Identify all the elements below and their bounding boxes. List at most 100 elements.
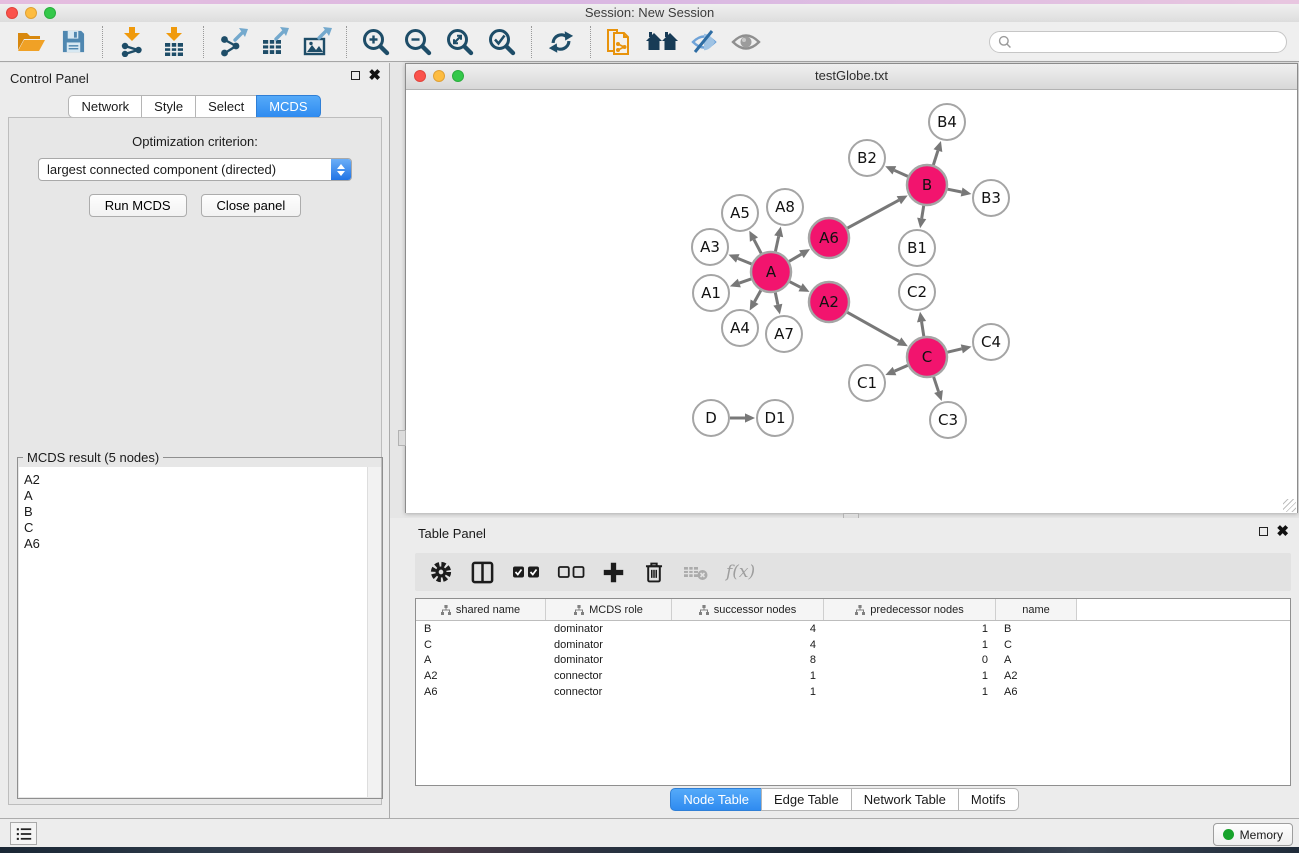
table-cell[interactable]: dominator	[546, 639, 672, 651]
run-mcds-button[interactable]: Run MCDS	[89, 194, 187, 217]
splitter-grip-vertical[interactable]	[398, 430, 406, 446]
create-column-icon[interactable]	[602, 561, 625, 584]
mcds-result-item[interactable]: A	[19, 488, 381, 504]
zoom-fit-icon[interactable]	[439, 24, 481, 60]
table-cell[interactable]: A2	[996, 670, 1077, 682]
graph-edge-B-B4[interactable]	[933, 151, 938, 165]
window-resize-grip[interactable]	[1283, 499, 1296, 512]
table-cell[interactable]: 1	[672, 670, 824, 682]
mcds-result-item[interactable]: A6	[19, 536, 381, 552]
table-cell[interactable]: 4	[672, 639, 824, 651]
graph-edge-A2-C[interactable]	[847, 312, 899, 341]
select-all-columns-icon[interactable]	[512, 565, 540, 579]
column-header-successor-nodes[interactable]: successor nodes	[672, 599, 824, 620]
tab-style[interactable]: Style	[141, 95, 196, 118]
table-cell[interactable]: 1	[824, 623, 996, 635]
table-cell[interactable]: 1	[672, 686, 824, 698]
table-cell[interactable]: 8	[672, 654, 824, 666]
table-cell[interactable]: C	[416, 639, 546, 651]
table-cell[interactable]: connector	[546, 670, 672, 682]
table-cell[interactable]: 0	[824, 654, 996, 666]
float-table-panel-icon[interactable]	[1259, 527, 1268, 536]
graph-edge-B-B3[interactable]	[948, 189, 962, 192]
tab-edge-table[interactable]: Edge Table	[761, 788, 852, 811]
delete-columns-icon[interactable]	[642, 560, 666, 585]
float-panel-icon[interactable]	[351, 71, 360, 80]
zoom-selected-icon[interactable]	[481, 24, 523, 60]
scrollbar[interactable]	[367, 467, 381, 797]
graph-edge-A6-B[interactable]	[847, 200, 898, 228]
column-header-MCDS-role[interactable]: MCDS role	[546, 599, 672, 620]
table-row[interactable]: Bdominator41B	[416, 621, 1290, 637]
graph-edge-A-A2[interactable]	[790, 282, 801, 288]
export-table-icon[interactable]	[254, 24, 296, 60]
table-cell[interactable]: A6	[416, 686, 546, 698]
graph-edge-C-C1[interactable]	[895, 365, 908, 371]
table-cell[interactable]: dominator	[546, 654, 672, 666]
mcds-result-item[interactable]: C	[19, 520, 381, 536]
export-network-icon[interactable]	[212, 24, 254, 60]
show-graphics-details-icon[interactable]	[725, 24, 767, 60]
tab-select[interactable]: Select	[195, 95, 257, 118]
table-cell[interactable]: A6	[996, 686, 1077, 698]
mcds-result-item[interactable]: B	[19, 504, 381, 520]
table-cell[interactable]: 1	[824, 686, 996, 698]
close-table-panel-icon[interactable]: ✖	[1276, 526, 1289, 537]
graph-edge-B-B2[interactable]	[894, 170, 907, 176]
graph-edge-A-A1[interactable]	[739, 279, 751, 283]
table-cell[interactable]: A2	[416, 670, 546, 682]
save-session-icon[interactable]	[52, 24, 94, 60]
memory-button[interactable]: Memory	[1213, 823, 1293, 846]
tab-motifs[interactable]: Motifs	[958, 788, 1019, 811]
table-cell[interactable]: 4	[672, 623, 824, 635]
table-cell[interactable]: connector	[546, 686, 672, 698]
table-cell[interactable]: 1	[824, 670, 996, 682]
graph-edge-A-A7[interactable]	[775, 293, 778, 305]
graph-edge-C-C2[interactable]	[922, 322, 924, 337]
graph-edge-C-C3[interactable]	[934, 377, 939, 392]
table-cell[interactable]: B	[416, 623, 546, 635]
network-window-titlebar[interactable]: testGlobe.txt	[406, 64, 1297, 90]
table-cell[interactable]: 1	[824, 639, 996, 651]
open-session-icon[interactable]	[10, 24, 52, 60]
table-cell[interactable]: C	[996, 639, 1077, 651]
graph-edge-A-A8[interactable]	[775, 236, 778, 251]
graph-edge-B-B1[interactable]	[922, 206, 924, 219]
tab-node-table[interactable]: Node Table	[670, 788, 762, 811]
table-cell[interactable]: A	[416, 654, 546, 666]
table-cell[interactable]: B	[996, 623, 1077, 635]
table-cell[interactable]: A	[996, 654, 1077, 666]
task-history-button[interactable]	[10, 822, 37, 845]
delete-table-icon[interactable]	[683, 562, 709, 582]
import-network-icon[interactable]	[111, 24, 153, 60]
column-header-name[interactable]: name	[996, 599, 1077, 620]
search-field[interactable]	[989, 31, 1287, 53]
column-header-shared-name[interactable]: shared name	[416, 599, 546, 620]
table-row[interactable]: A2connector11A2	[416, 668, 1290, 684]
graph-edge-A-A4[interactable]	[755, 290, 761, 301]
export-image-icon[interactable]	[296, 24, 338, 60]
zoom-out-icon[interactable]	[397, 24, 439, 60]
tab-mcds[interactable]: MCDS	[256, 95, 320, 118]
search-input[interactable]	[1017, 33, 1278, 50]
apply-layout-icon[interactable]	[540, 24, 582, 60]
column-header-predecessor-nodes[interactable]: predecessor nodes	[824, 599, 996, 620]
graph-edge-A-A5[interactable]	[754, 240, 761, 254]
unselect-all-columns-icon[interactable]	[557, 565, 585, 579]
table-settings-icon[interactable]	[429, 560, 453, 584]
show-columns-icon[interactable]	[470, 560, 495, 585]
mcds-result-item[interactable]: A2	[19, 472, 381, 488]
first-neighbors-icon[interactable]	[641, 24, 683, 60]
network-from-document-icon[interactable]	[599, 24, 641, 60]
zoom-in-icon[interactable]	[355, 24, 397, 60]
function-builder-icon[interactable]: f(x)	[726, 562, 755, 582]
table-cell[interactable]: dominator	[546, 623, 672, 635]
graph-edge-A-A3[interactable]	[738, 258, 752, 264]
table-row[interactable]: A6connector11A6	[416, 684, 1290, 700]
close-panel-button[interactable]: Close panel	[201, 194, 302, 217]
table-row[interactable]: Adominator80A	[416, 652, 1290, 668]
tab-network[interactable]: Network	[68, 95, 142, 118]
tab-network-table[interactable]: Network Table	[851, 788, 959, 811]
table-row[interactable]: Cdominator41C	[416, 637, 1290, 653]
optimization-criterion-select[interactable]: largest connected component (directed)	[38, 158, 352, 181]
